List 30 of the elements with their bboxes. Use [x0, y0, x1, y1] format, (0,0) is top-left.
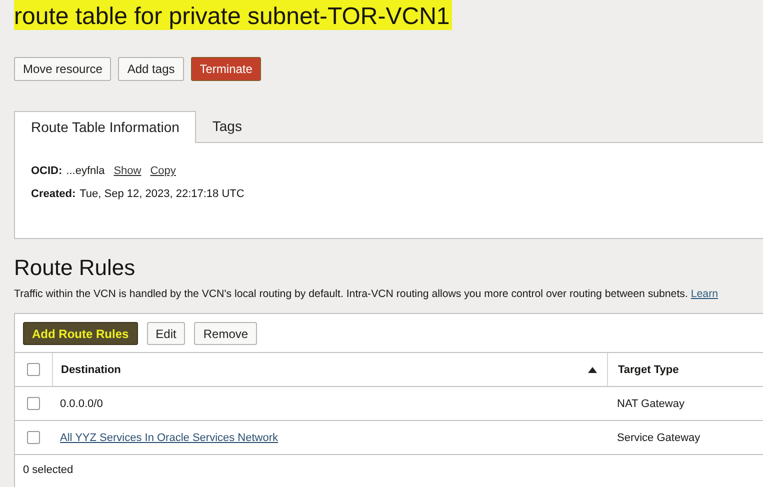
ocid-label: OCID:: [31, 165, 62, 177]
tab[interactable]: Route Table Information: [14, 111, 196, 143]
toolbar-button[interactable]: Remove: [194, 322, 258, 345]
destination-link[interactable]: All YYZ Services In Oracle Services Network: [60, 432, 278, 444]
target-type-cell: NAT Gateway: [617, 398, 684, 410]
action-button[interactable]: Add tags: [118, 57, 184, 81]
action-button[interactable]: Terminate: [190, 57, 262, 81]
toolbar-button[interactable]: Add Route Rules: [23, 322, 138, 345]
row-checkbox[interactable]: [27, 397, 40, 410]
action-button[interactable]: Move resource: [14, 57, 112, 81]
learn-more-link[interactable]: Learn: [690, 288, 718, 300]
ocid-value: ...eyfnla: [66, 165, 105, 177]
column-header-label: Target Type: [618, 364, 679, 376]
copy-link[interactable]: Copy: [150, 165, 176, 177]
selection-count: 0 selected: [23, 464, 74, 476]
toolbar-button[interactable]: Edit: [146, 322, 186, 345]
target-type-cell: Service Gateway: [617, 432, 700, 444]
show-link[interactable]: Show: [114, 165, 142, 177]
column-header[interactable]: Destination: [53, 353, 608, 386]
row-checkbox[interactable]: [27, 431, 40, 444]
section-description: Traffic within the VCN is handled by the VCN's local routing by default. Intra-VCN routing allows you more control over routing between subnets.: [14, 288, 688, 300]
select-all-checkbox[interactable]: [27, 363, 40, 376]
created-value: Tue, Sep 12, 2023, 22:17:18 UTC: [80, 188, 244, 200]
page-title: route table for private subnet-TOR-VCN1: [14, 0, 452, 30]
destination-cell: 0.0.0.0/0: [60, 398, 103, 410]
tab[interactable]: Tags: [196, 111, 258, 142]
created-label: Created:: [31, 188, 76, 200]
section-title: Route Rules: [14, 255, 136, 281]
column-header-label: Destination: [61, 364, 121, 376]
column-header[interactable]: Target Type: [608, 353, 763, 386]
